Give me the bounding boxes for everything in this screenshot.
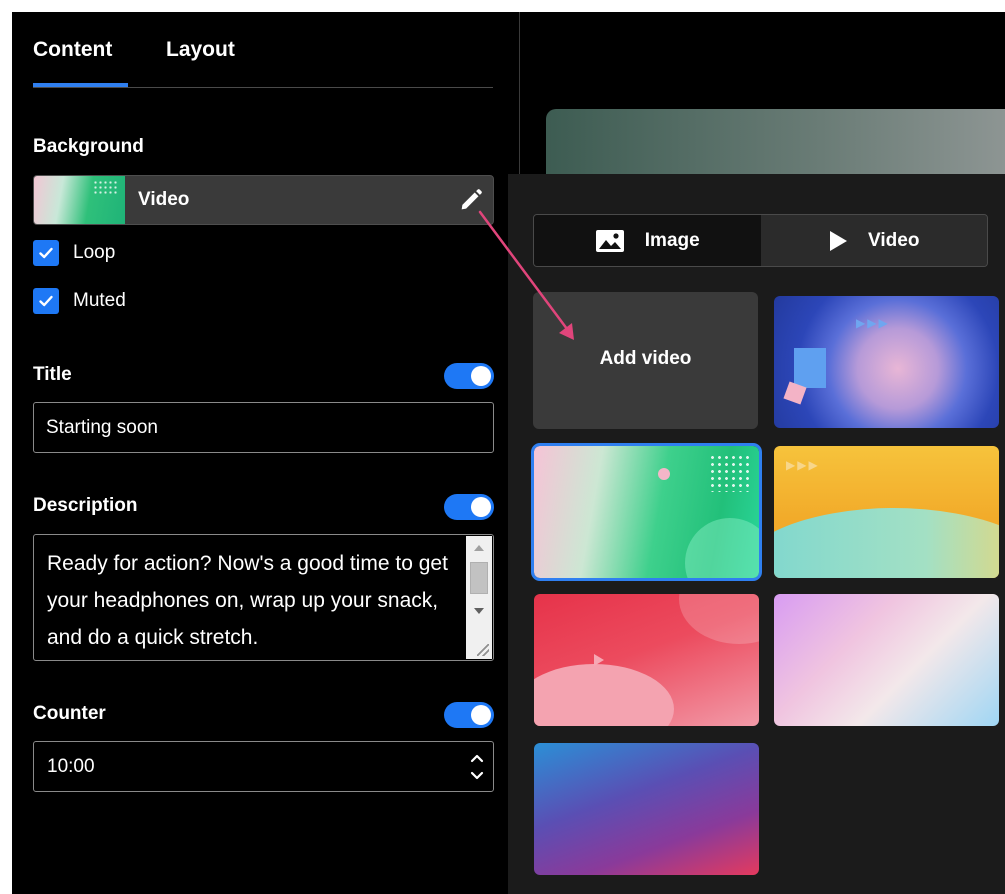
description-textarea[interactable]: Ready for action? Now's a good time to g… bbox=[33, 534, 494, 661]
muted-checkbox[interactable] bbox=[33, 288, 59, 314]
app-window: Content Layout Background Video Loop Mut… bbox=[12, 12, 1005, 894]
loop-option[interactable]: Loop bbox=[33, 240, 115, 266]
check-icon bbox=[39, 295, 53, 307]
stepper-icon[interactable] bbox=[469, 750, 485, 784]
description-section-label: Description bbox=[33, 495, 138, 516]
title-input[interactable] bbox=[33, 402, 494, 453]
tab-layout[interactable]: Layout bbox=[166, 38, 235, 62]
check-icon bbox=[39, 247, 53, 259]
description-scrollbar[interactable] bbox=[466, 536, 492, 659]
counter-input[interactable]: 10:00 bbox=[33, 741, 494, 792]
video-tab-button[interactable]: Video bbox=[760, 215, 987, 266]
background-selector[interactable]: Video bbox=[33, 175, 494, 225]
background-thumbnail bbox=[34, 176, 125, 224]
background-picker-popover: Image Video Add video ▶▶▶ ▶▶▶ bbox=[508, 174, 1005, 894]
image-tab-button[interactable]: Image bbox=[534, 215, 761, 266]
media-type-switch: Image Video bbox=[533, 214, 988, 267]
scroll-thumb[interactable] bbox=[470, 562, 488, 594]
loop-checkbox[interactable] bbox=[33, 240, 59, 266]
image-tab-label: Image bbox=[644, 229, 700, 251]
muted-label: Muted bbox=[73, 290, 126, 311]
play-icon bbox=[830, 230, 848, 251]
background-type-label: Video bbox=[138, 189, 190, 210]
muted-option[interactable]: Muted bbox=[33, 288, 126, 314]
counter-section-label: Counter bbox=[33, 703, 106, 724]
pencil-icon[interactable] bbox=[457, 186, 485, 214]
background-section-label: Background bbox=[33, 136, 144, 157]
add-video-button[interactable]: Add video bbox=[533, 292, 758, 429]
counter-toggle[interactable] bbox=[444, 702, 494, 728]
description-toggle[interactable] bbox=[444, 494, 494, 520]
scroll-up-icon[interactable] bbox=[474, 545, 484, 551]
settings-panel: Content Layout Background Video Loop Mut… bbox=[12, 12, 519, 894]
video-thumbnail-pastel-gradient[interactable] bbox=[774, 594, 999, 726]
video-thumbnail-purple-gradient[interactable] bbox=[534, 743, 759, 875]
video-thumbnail-yellow-wave[interactable]: ▶▶▶ bbox=[774, 446, 999, 578]
title-section-label: Title bbox=[33, 364, 72, 385]
title-toggle[interactable] bbox=[444, 363, 494, 389]
counter-value: 10:00 bbox=[47, 756, 95, 777]
loop-label: Loop bbox=[73, 242, 116, 263]
image-icon bbox=[595, 229, 624, 252]
resize-grip-icon[interactable] bbox=[477, 644, 489, 656]
video-thumbnail-green-gradient[interactable] bbox=[531, 443, 762, 581]
video-thumbnail-red-wave[interactable] bbox=[534, 594, 759, 726]
description-text: Ready for action? Now's a good time to g… bbox=[47, 552, 448, 649]
video-thumbnail-blue-abstract[interactable]: ▶▶▶ bbox=[774, 296, 999, 428]
tab-divider bbox=[33, 87, 493, 88]
video-tab-label: Video bbox=[868, 229, 920, 251]
scroll-down-icon[interactable] bbox=[474, 608, 484, 614]
tab-content[interactable]: Content bbox=[33, 38, 112, 62]
